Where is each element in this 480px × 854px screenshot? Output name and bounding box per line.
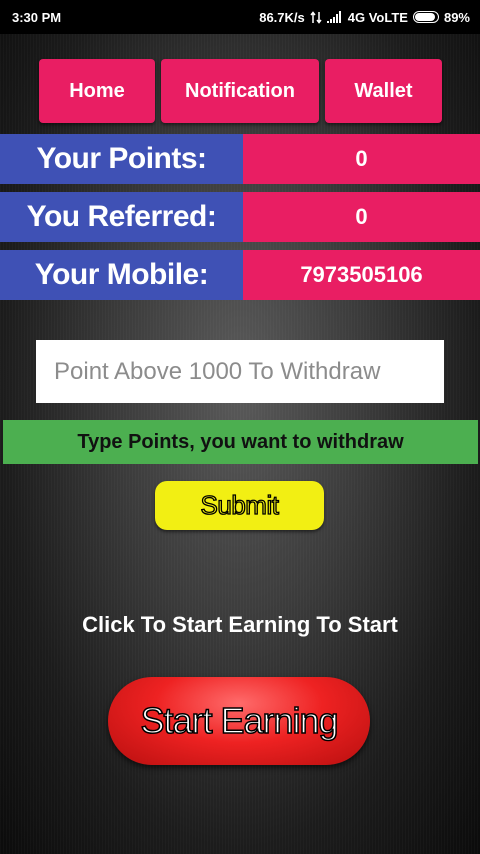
points-value: 0	[243, 134, 480, 184]
top-nav: Home Notification Wallet	[39, 59, 442, 123]
mobile-label: Your Mobile:	[0, 250, 243, 300]
status-right: 86.7K/s 4G VoLTE 89%	[259, 10, 470, 25]
battery-icon	[412, 11, 439, 23]
signal-icon	[326, 11, 341, 23]
points-row: Your Points: 0	[0, 134, 480, 184]
referred-value: 0	[243, 192, 480, 242]
points-label: Your Points:	[0, 134, 243, 184]
notification-button[interactable]: Notification	[161, 59, 319, 123]
referred-row: You Referred: 0	[0, 192, 480, 242]
submit-button[interactable]: Submit	[155, 481, 324, 530]
withdraw-points-input[interactable]	[36, 340, 444, 403]
referred-label: You Referred:	[0, 192, 243, 242]
network-speed: 86.7K/s	[259, 9, 305, 25]
battery-fill	[414, 13, 435, 21]
mobile-value: 7973505106	[243, 250, 480, 300]
network-type: 4G VoLTE	[347, 9, 408, 25]
start-earning-label: Click To Start Earning To Start	[82, 612, 398, 637]
mobile-row: Your Mobile: 7973505106	[0, 250, 480, 300]
battery-percent: 89%	[443, 9, 470, 25]
home-button[interactable]: Home	[39, 59, 155, 123]
withdraw-hint: Type Points, you want to withdraw	[3, 420, 478, 464]
status-time: 3:30 PM	[12, 9, 62, 25]
start-earning-button[interactable]: Start Earning	[108, 677, 370, 765]
wallet-button[interactable]: Wallet	[325, 59, 442, 123]
data-transfer-icon	[310, 10, 322, 24]
status-bar: 3:30 PM 86.7K/s 4G VoLTE 89%	[0, 0, 480, 34]
